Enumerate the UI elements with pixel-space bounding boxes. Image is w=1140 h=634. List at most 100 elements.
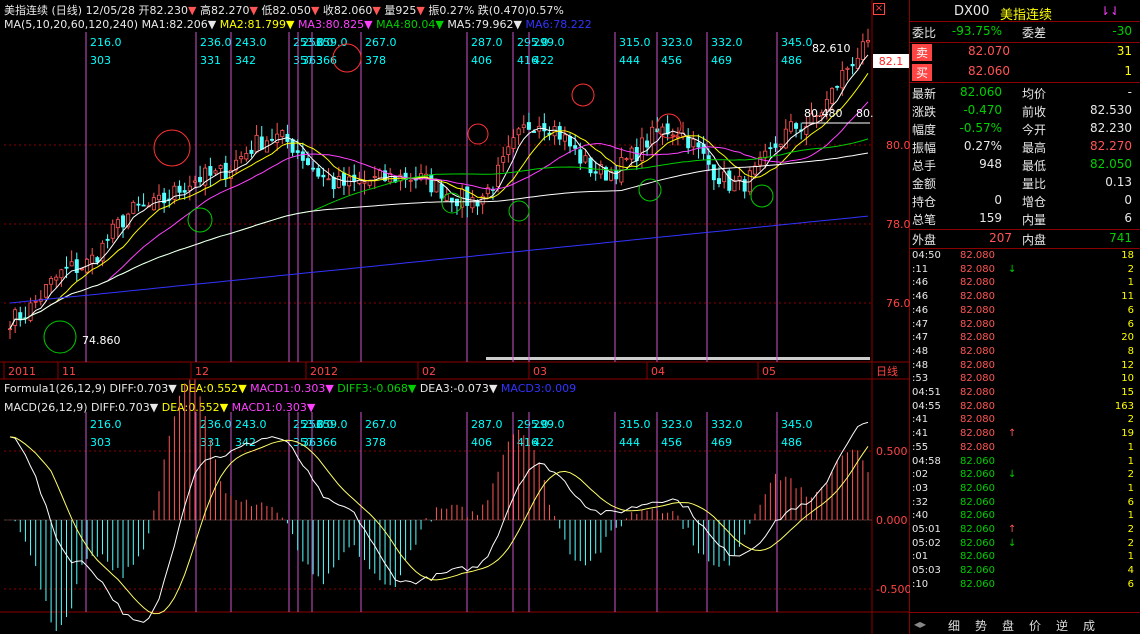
candle-body xyxy=(64,266,69,269)
tick-time: :47 xyxy=(912,318,929,330)
stat-label: 最高 xyxy=(1022,141,1047,155)
tick-row: 05:03 82.060 4 xyxy=(910,565,1140,579)
tick-volume: 20 xyxy=(1121,332,1134,344)
price-chart[interactable]: 80.0 78.0 76.0 0.500 0.000 -0.500 2011 11 12 2012… xyxy=(0,0,910,634)
quote-stat-row: 金额 量比 0.13 xyxy=(910,174,1140,192)
candle-body xyxy=(511,137,516,149)
stat-value: 159 xyxy=(979,211,1002,225)
stat-value: 0 xyxy=(994,193,1002,207)
tick-volume: 1 xyxy=(1127,482,1134,494)
macd-cycle-bottom-label: 456 xyxy=(661,436,682,449)
macd-cycle-top-label: 315.0 xyxy=(619,418,651,431)
date-axis-label: 04 xyxy=(651,365,665,378)
candle-body xyxy=(434,180,439,193)
cycle-top-label: 323.0 xyxy=(661,36,693,49)
candle-body xyxy=(249,149,254,154)
tick-price: 82.080 xyxy=(960,414,995,426)
candle-body xyxy=(717,178,722,185)
tab-4[interactable]: 逆 xyxy=(1056,617,1068,634)
tick-time: :48 xyxy=(912,345,929,357)
tab-0[interactable]: 细 xyxy=(948,617,960,634)
weibi-value: -93.75% xyxy=(951,24,1002,38)
candle-body xyxy=(115,219,120,229)
stat-value: -0.470 xyxy=(963,103,1002,117)
candle-body xyxy=(136,203,141,206)
buy-label: 买 xyxy=(912,64,933,81)
candle-body xyxy=(727,170,732,191)
candle-body xyxy=(43,284,48,298)
candle-body xyxy=(244,153,249,160)
tick-row: :47 82.080 6 xyxy=(910,319,1140,333)
tick-volume: 4 xyxy=(1127,565,1134,577)
toggle-icon[interactable]: ⇂⇃ xyxy=(1100,4,1120,18)
stat-label: 幅度 xyxy=(912,123,937,137)
quote-stat-row: 幅度 -0.57% 今开 82.230 xyxy=(910,120,1140,138)
quote-title-bar: DX00 美指连续 ⇂⇃ xyxy=(910,0,1140,23)
stat-label: 量比 xyxy=(1022,177,1047,191)
cycle-bottom-label: 406 xyxy=(471,54,492,67)
tab-1[interactable]: 势 xyxy=(975,617,987,634)
tick-time: :02 xyxy=(912,469,929,481)
stat-value: - xyxy=(1127,85,1132,99)
tick-time: 04:55 xyxy=(912,400,941,412)
quote-stat-row: 最新 82.060 均价 - xyxy=(910,84,1140,102)
candle-body xyxy=(290,139,295,153)
tick-price: 82.080 xyxy=(960,387,995,398)
sell-label: 卖 xyxy=(912,44,933,61)
inner-value: 741 xyxy=(1109,231,1132,245)
level-annotation-2: 80. xyxy=(856,107,874,120)
candle-body xyxy=(686,136,691,149)
tick-row: :48 82.080 8 xyxy=(910,346,1140,360)
macd-tick-label: 0.500 xyxy=(876,445,908,458)
stat-label: 均价 xyxy=(1022,87,1047,101)
tick-volume: 2 xyxy=(1127,414,1134,426)
tick-price: 82.060 xyxy=(960,578,995,590)
tab-scroll-icon[interactable]: ◂▸ xyxy=(914,617,926,631)
stat-label: 总手 xyxy=(912,159,937,173)
date-axis-label: 12 xyxy=(195,365,209,378)
date-axis-label: 05 xyxy=(762,365,776,378)
candle-body xyxy=(218,165,223,169)
candle-body xyxy=(850,63,855,67)
tick-time: :47 xyxy=(912,332,929,344)
candle-body xyxy=(866,40,871,43)
cycle-top-label: 243.0 xyxy=(235,36,267,49)
tick-volume: 1 xyxy=(1127,455,1134,467)
candle-body xyxy=(270,138,275,141)
candle-body xyxy=(213,170,218,174)
candle-body xyxy=(845,67,850,70)
chart-area[interactable]: 美指连续 (日线) 12/05/28 开82.230▼ 高82.270▼ 低82… xyxy=(0,0,910,634)
tab-5[interactable]: 成 xyxy=(1083,617,1095,634)
tick-price: 82.080 xyxy=(960,263,995,275)
tab-3[interactable]: 价 xyxy=(1029,617,1041,634)
candle-body xyxy=(788,121,793,132)
macd-tick-label: -0.500 xyxy=(876,583,910,596)
date-axis-label: 11 xyxy=(62,365,76,378)
tick-volume: 11 xyxy=(1121,291,1134,303)
tab-2[interactable]: 盘 xyxy=(1002,617,1014,634)
tick-volume: 2 xyxy=(1127,524,1134,535)
tick-volume: 163 xyxy=(1114,400,1134,412)
stat-label: 内量 xyxy=(1022,213,1047,227)
candle-body xyxy=(177,185,182,193)
macd-cycle-top-label: 243.0 xyxy=(235,418,267,431)
candle-body xyxy=(105,238,110,241)
candle-body xyxy=(326,178,331,181)
candle-body xyxy=(156,194,161,201)
tick-row: 04:55 82.080 163 xyxy=(910,401,1140,415)
candle-body xyxy=(568,136,573,147)
tick-time: :32 xyxy=(912,496,929,508)
pivot-circle xyxy=(467,123,489,145)
cycle-bottom-label: 444 xyxy=(619,54,640,67)
tick-time: :40 xyxy=(912,510,929,522)
candle-body xyxy=(321,174,326,178)
cycle-top-label: 345.0 xyxy=(781,36,813,49)
pivot-circle xyxy=(43,320,77,354)
date-axis-label: 2012 xyxy=(310,365,338,378)
candle-body xyxy=(768,147,773,150)
candle-body xyxy=(737,175,742,181)
macd-cycle-top-label: 216.0 xyxy=(90,418,122,431)
tick-time: 05:01 xyxy=(912,524,941,535)
candle-body xyxy=(583,155,588,163)
tick-time: 05:02 xyxy=(912,537,941,549)
